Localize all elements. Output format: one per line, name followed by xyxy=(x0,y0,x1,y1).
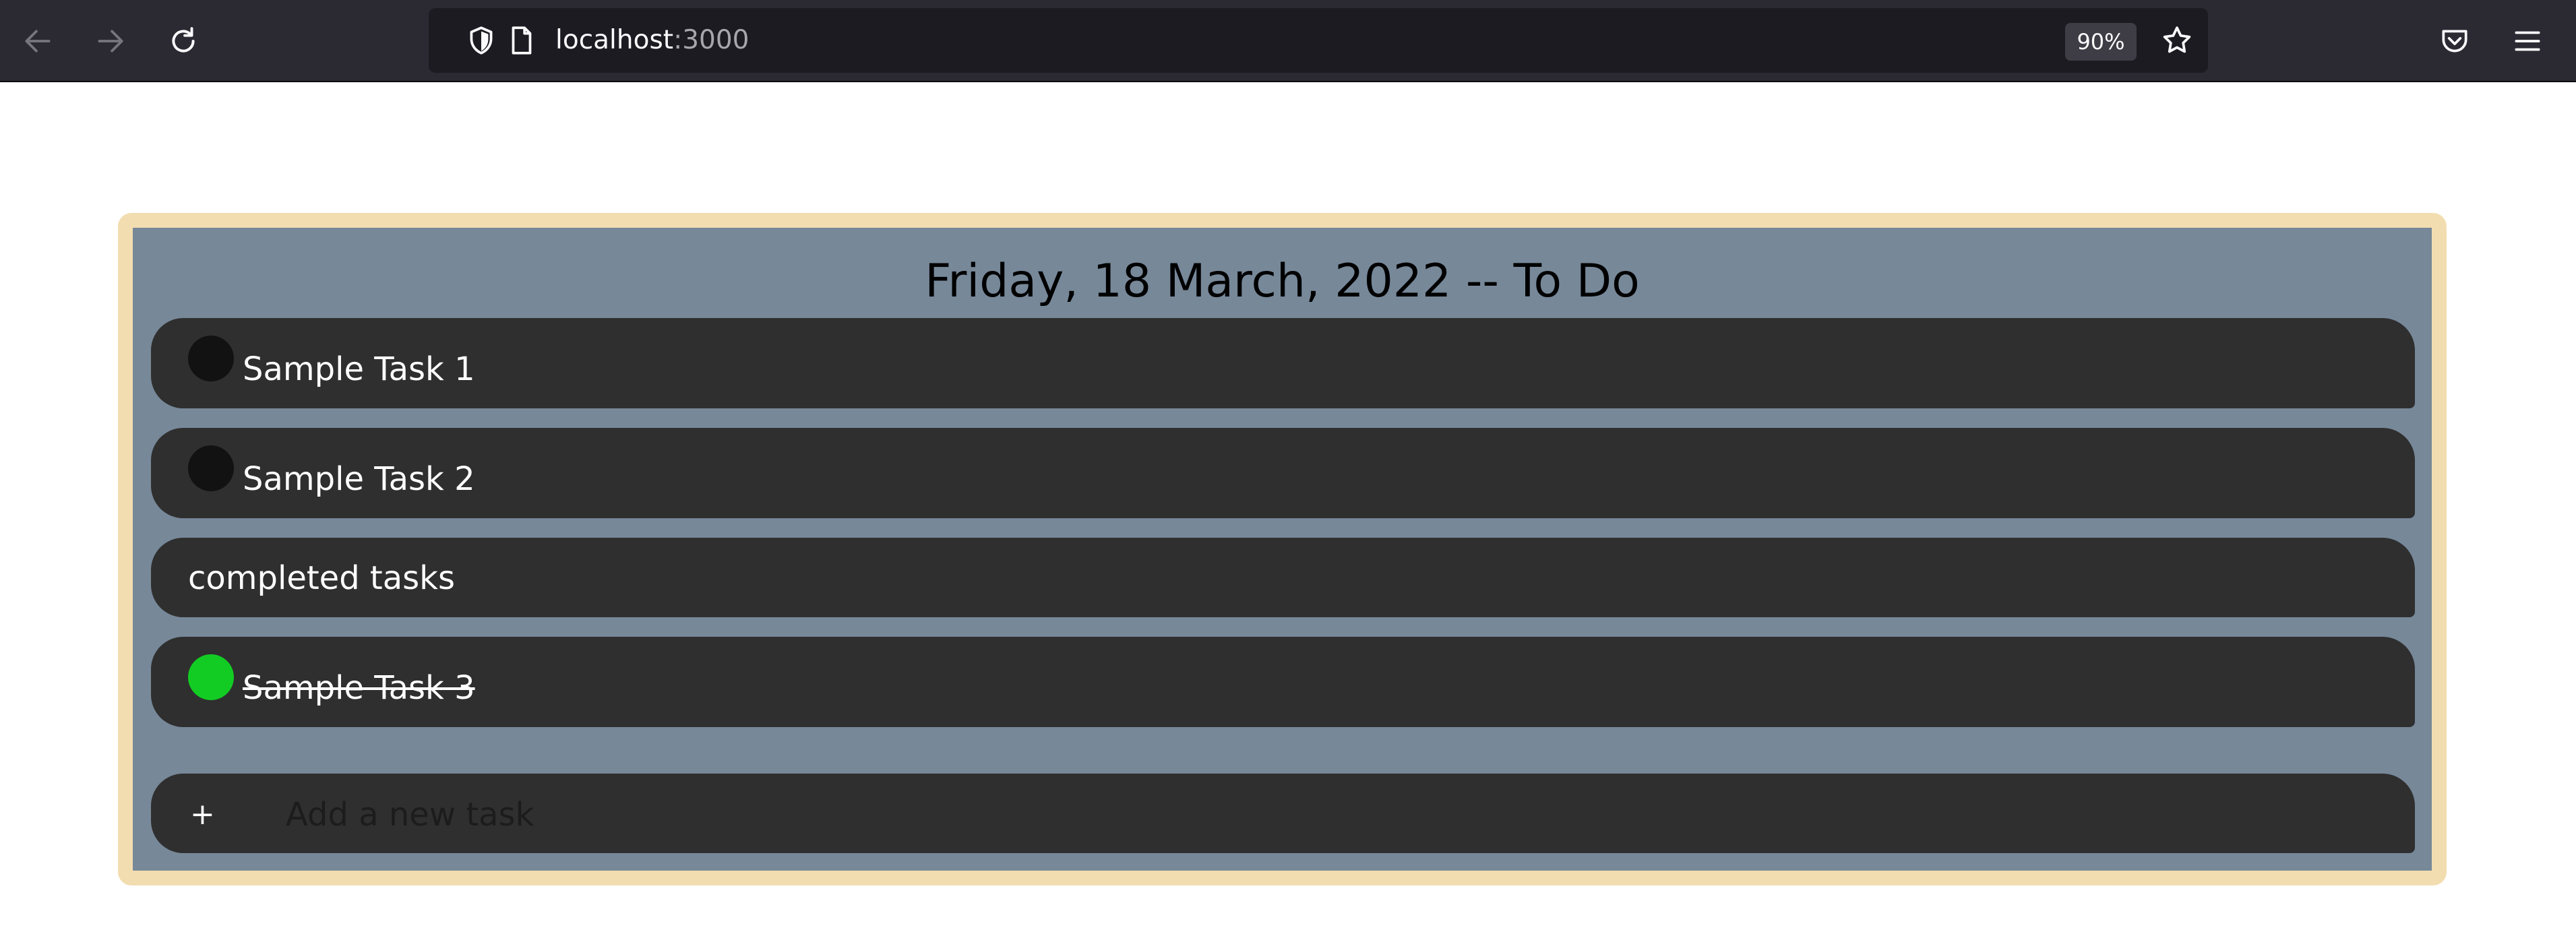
back-button[interactable] xyxy=(12,15,63,67)
app-menu-button[interactable] xyxy=(2502,15,2553,67)
bookmark-button[interactable] xyxy=(2158,22,2196,59)
add-task-button[interactable]: + xyxy=(190,795,215,834)
todo-panel: Friday, 18 March, 2022 -- To Do Sample T… xyxy=(133,228,2432,871)
page-title: Friday, 18 March, 2022 -- To Do xyxy=(925,255,1640,308)
page-icon xyxy=(512,26,532,55)
shield-icon xyxy=(470,26,493,55)
completed-tasks-label: completed tasks xyxy=(188,559,455,597)
star-icon xyxy=(2163,26,2191,53)
task-checkbox[interactable] xyxy=(188,336,234,381)
task-checkbox-checked[interactable] xyxy=(188,654,234,700)
zoom-level-button[interactable]: 90% xyxy=(2065,23,2137,61)
add-task-input[interactable] xyxy=(286,784,2308,845)
arrow-left-icon xyxy=(25,30,51,53)
task-row[interactable]: Sample Task 1 xyxy=(151,318,2415,408)
url-host: localhost xyxy=(555,25,674,55)
completed-tasks-header[interactable]: completed tasks xyxy=(151,538,2415,617)
pocket-icon xyxy=(2442,30,2467,53)
task-row[interactable]: Sample Task 2 xyxy=(151,428,2415,518)
url-text[interactable]: localhost:3000 xyxy=(555,23,749,58)
tracking-protection-button[interactable] xyxy=(462,22,500,59)
task-row[interactable]: Sample Task 3 xyxy=(151,637,2415,727)
url-port: :3000 xyxy=(673,25,749,55)
page-info-button[interactable] xyxy=(503,22,541,59)
task-label: Sample Task 3 xyxy=(243,669,475,707)
forward-button[interactable] xyxy=(85,15,136,67)
task-label: Sample Task 2 xyxy=(243,460,475,498)
arrow-right-icon xyxy=(98,30,123,53)
task-checkbox[interactable] xyxy=(188,445,234,491)
pocket-button[interactable] xyxy=(2429,15,2480,67)
browser-toolbar: localhost:3000 90% xyxy=(0,0,2576,82)
task-label: Sample Task 1 xyxy=(243,350,475,388)
hamburger-menu-icon xyxy=(2515,31,2540,51)
address-bar[interactable]: localhost:3000 90% xyxy=(429,8,2208,73)
reload-button[interactable] xyxy=(158,15,209,67)
reload-icon xyxy=(172,27,195,53)
add-task-row: + xyxy=(151,774,2415,853)
todo-card: Friday, 18 March, 2022 -- To Do Sample T… xyxy=(118,213,2447,885)
